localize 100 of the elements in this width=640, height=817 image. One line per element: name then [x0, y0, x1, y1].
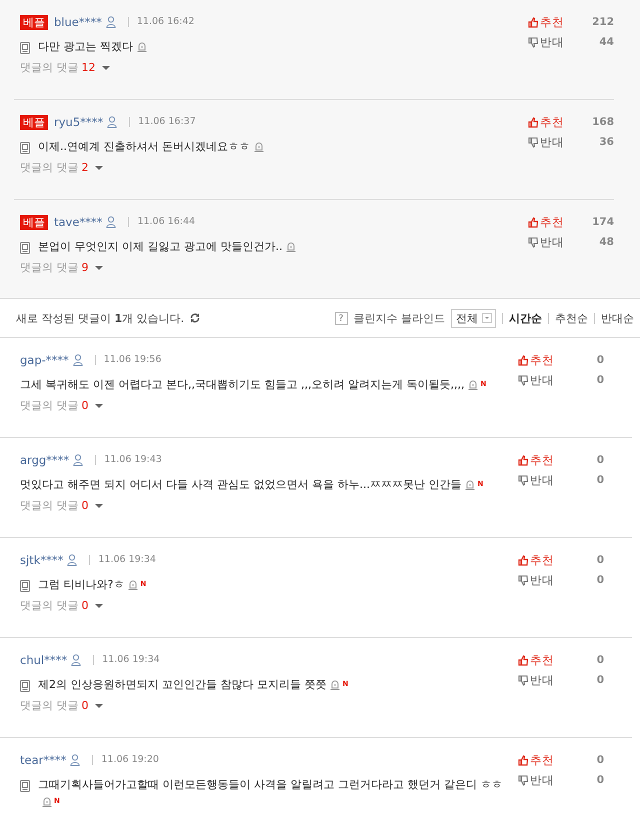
thumb-down-icon	[528, 36, 538, 48]
user-icon	[72, 354, 83, 366]
comment-text: 다만 광고는 찍겠다	[38, 39, 133, 55]
comment-time: 11.06 19:34	[93, 655, 160, 665]
comment-text: 본업이 무엇인지 이제 길잃고 광고에 맛들인건가..	[38, 239, 282, 255]
user-icon	[73, 454, 84, 466]
replies-toggle[interactable]: 댓글의 댓글 0	[20, 698, 102, 713]
thumb-down-icon	[518, 674, 528, 686]
user-icon	[71, 654, 82, 666]
thumb-down-icon	[518, 474, 528, 486]
user-name[interactable]: argg****	[20, 453, 70, 467]
replies-toggle[interactable]: 댓글의 댓글 0	[20, 498, 102, 513]
downvote-button[interactable]: 반대	[518, 672, 554, 688]
sort-tab[interactable]: 추천순	[555, 310, 588, 326]
user-name[interactable]: sjtk****	[20, 553, 64, 567]
comment-text: 멋있다고 해주면 되지 어디서 다들 사격 관심도 없었으면서 욕을 하누...ㅉㅉㅉ못난 인간들	[20, 477, 462, 493]
downvote-count: 0	[596, 474, 604, 486]
comment-text: 그럼 티비나와?ㅎ	[38, 577, 124, 593]
best-badge: 베플	[20, 14, 48, 30]
upvote-count: 212	[592, 16, 614, 28]
user-name[interactable]: tave****	[54, 215, 102, 229]
user-name[interactable]: tear****	[20, 753, 66, 767]
upvote-count: 0	[596, 454, 604, 466]
new-comments-notice: 새로 작성된 댓글이 1개 있습니다.	[16, 310, 184, 326]
upvote-button[interactable]: 추천	[518, 752, 554, 768]
user-name[interactable]: gap-****	[20, 353, 69, 367]
downvote-count: 44	[599, 36, 614, 48]
filter-label: 클린지수 블라인드	[354, 310, 445, 326]
downvote-count: 48	[599, 236, 614, 248]
thumb-up-icon	[518, 354, 528, 366]
user-name[interactable]: chul****	[20, 653, 68, 667]
comment-time: 11.06 16:44	[128, 217, 196, 227]
alarm-icon	[286, 241, 296, 252]
downvote-count: 36	[599, 136, 614, 148]
comment-text: 그세 복귀해도 이젠 어렵다고 본다,,국대뽑히기도 힘들고 ,,,오히려 알려지는게 독이될듯,,,,	[20, 377, 464, 393]
comment-text: 그때기획사들어가고할때 이런모든행동들이 사격을 알릴려고 그런거다라고 했던거 같은디 ㅎㅎ	[38, 777, 502, 793]
comment-time: 11.06 19:56	[94, 355, 162, 365]
sort-tab[interactable]: 반대순	[601, 310, 634, 326]
sort-tab[interactable]: 시간순	[509, 310, 542, 326]
thumb-up-icon	[528, 16, 538, 28]
downvote-button[interactable]: 반대	[518, 472, 554, 488]
comment-time: 11.06 19:34	[89, 555, 156, 565]
user-icon	[106, 16, 116, 28]
replies-toggle[interactable]: 댓글의 댓글 0	[20, 598, 102, 613]
thumb-down-icon	[528, 136, 538, 148]
user-icon	[67, 554, 78, 566]
refresh-icon	[190, 313, 200, 323]
thumb-up-icon	[518, 554, 528, 566]
user-name[interactable]: ryu5****	[54, 115, 104, 129]
upvote-button[interactable]: 추천	[528, 214, 564, 230]
upvote-button[interactable]: 추천	[518, 452, 554, 468]
user-name[interactable]: blue****	[54, 15, 102, 29]
upvote-count: 174	[592, 216, 614, 228]
downvote-button[interactable]: 반대	[518, 572, 554, 588]
user-icon	[106, 216, 116, 228]
user-icon	[70, 754, 80, 766]
upvote-count: 0	[596, 754, 604, 766]
replies-toggle[interactable]: 댓글의 댓글 0	[20, 398, 102, 413]
alarm-icon	[468, 379, 478, 390]
refresh-button[interactable]	[190, 313, 200, 323]
upvote-button[interactable]: 추천	[528, 114, 564, 130]
comment-time: 11.06 16:42	[128, 17, 194, 27]
thumb-up-icon	[528, 216, 538, 228]
replies-toggle[interactable]: 댓글의 댓글 9	[20, 260, 102, 275]
alarm-icon	[42, 796, 52, 807]
thumb-up-icon	[518, 754, 528, 766]
upvote-button[interactable]: 추천	[518, 352, 554, 368]
replies-toggle[interactable]: 댓글의 댓글 2	[20, 160, 102, 175]
thumb-up-icon	[518, 454, 528, 466]
thumb-up-icon	[518, 654, 528, 666]
downvote-count: 0	[596, 774, 604, 786]
help-button[interactable]: ?	[334, 312, 348, 324]
upvote-count: 168	[592, 116, 614, 128]
thumb-down-icon	[518, 574, 528, 586]
thumb-down-icon	[528, 236, 538, 248]
thumb-up-icon	[528, 116, 538, 128]
downvote-count: 0	[596, 674, 604, 686]
thumb-down-icon	[518, 774, 528, 786]
upvote-count: 0	[596, 654, 604, 666]
filter-dropdown[interactable]: 전체	[451, 308, 496, 328]
best-badge: 베플	[20, 214, 48, 230]
alarm-icon	[465, 479, 476, 490]
downvote-count: 0	[596, 574, 604, 586]
comment-text: 이제..연예계 진출하셔서 돈버시겠네요ㅎㅎ	[38, 139, 250, 155]
downvote-button[interactable]: 반대	[518, 772, 554, 788]
replies-toggle[interactable]: 댓글의 댓글 12	[20, 60, 110, 75]
best-badge: 베플	[20, 114, 48, 130]
downvote-button[interactable]: 반대	[528, 234, 564, 250]
downvote-button[interactable]: 반대	[528, 34, 564, 50]
upvote-button[interactable]: 추천	[518, 552, 554, 568]
downvote-button[interactable]: 반대	[528, 134, 564, 150]
upvote-count: 0	[596, 354, 604, 366]
upvote-button[interactable]: 추천	[518, 652, 554, 668]
upvote-count: 0	[596, 554, 604, 566]
downvote-button[interactable]: 반대	[518, 372, 554, 388]
alarm-icon	[128, 579, 138, 590]
comment-text: 제2의 인상응원하면되지 꼬인인간들 참많다 모지리들 쯧쯧	[38, 677, 326, 693]
alarm-icon	[254, 141, 264, 152]
user-icon	[107, 116, 118, 128]
upvote-button[interactable]: 추천	[528, 14, 564, 30]
